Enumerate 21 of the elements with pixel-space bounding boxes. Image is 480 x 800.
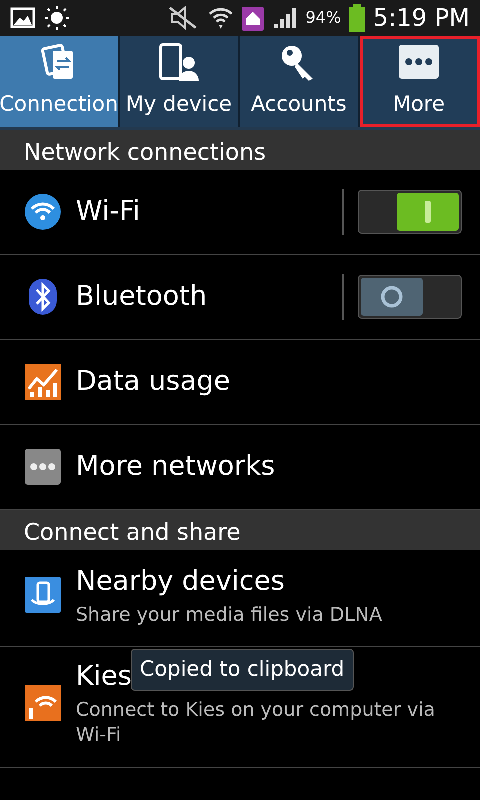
settings-row[interactable]: Nearby devices Share your media files via DLNA xyxy=(0,550,480,648)
setting-title: Data usage xyxy=(76,364,231,399)
tab[interactable]: My device xyxy=(120,36,240,127)
setting-title: Bluetooth xyxy=(76,280,208,314)
toast-message: Copied to clipboard xyxy=(131,649,354,690)
tab[interactable]: More xyxy=(360,36,480,127)
setting-title: Wi-Fi xyxy=(76,194,142,229)
section-header: Connect and share xyxy=(0,510,480,550)
settings-row[interactable]: Wi-Fi xyxy=(0,170,480,255)
settings-row[interactable]: Bluetooth xyxy=(0,255,480,340)
battery-percentage: 94% xyxy=(306,7,342,29)
clock: 5:19 PM xyxy=(373,3,470,34)
tab[interactable]: Accounts xyxy=(240,36,360,127)
setting-title: Nearby devices xyxy=(76,565,285,599)
setting-title: More networks xyxy=(76,450,276,484)
tab[interactable]: Connection xyxy=(0,36,120,127)
setting-description: Connect to Kies on your computer via Wi-Fi xyxy=(76,698,436,748)
setting-description: Share your media files via DLNA xyxy=(76,602,382,628)
setting-title: Kies xyxy=(76,660,132,694)
section-header: Network connections xyxy=(0,130,480,170)
settings-row[interactable]: Data usage xyxy=(0,340,480,425)
